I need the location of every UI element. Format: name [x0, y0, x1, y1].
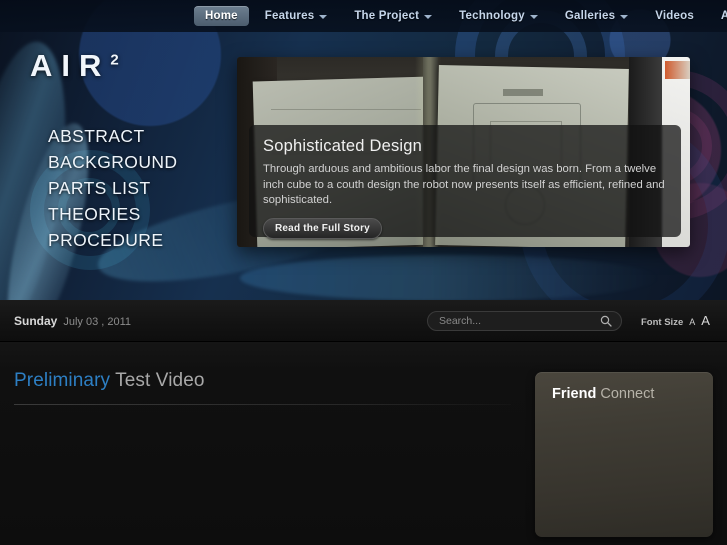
- nav-item-features[interactable]: Features: [254, 6, 339, 26]
- hero-menu-item[interactable]: BACKGROUND: [48, 149, 177, 175]
- nav-list: Home Features The Project Technology Galleri…: [194, 6, 727, 26]
- read-full-story-button[interactable]: Read the Full Story: [263, 217, 382, 239]
- page-title-highlight: Preliminary: [14, 370, 111, 391]
- font-size-decrease-button[interactable]: A: [689, 317, 695, 327]
- date-day-of-week: Sunday: [14, 313, 58, 328]
- site-header: Home Features The Project Technology Galleri…: [0, 0, 727, 300]
- hero-menu-item-label: THEORIES: [48, 204, 141, 224]
- nav-item-label: The Project: [354, 10, 420, 22]
- decorative-light-streak: [240, 255, 660, 300]
- slide-caption-body: Through arduous and ambitious labor the …: [263, 163, 665, 206]
- hero-menu-item[interactable]: ABSTRACT: [48, 123, 177, 149]
- page-root: Home Features The Project Technology Galleri…: [0, 0, 727, 545]
- slide-caption-title: Sophisticated Design: [263, 137, 423, 155]
- nav-item-label: Galleries: [564, 10, 616, 22]
- hero-menu-item-label: PARTS LIST: [48, 178, 151, 198]
- friend-connect-title-bold: Friend: [552, 386, 597, 402]
- chevron-down-icon: [620, 15, 629, 19]
- nav-item-about-us[interactable]: About Us: [710, 6, 727, 26]
- site-logo[interactable]: AIR2: [30, 48, 119, 84]
- friend-connect-title: Friend Connect: [552, 386, 654, 402]
- font-size-label: Font Size: [641, 317, 684, 328]
- logo-superscript: 2: [110, 51, 119, 69]
- hero-menu-item[interactable]: PARTS LIST: [48, 175, 177, 201]
- current-date: Sunday July 03 , 2011: [14, 314, 131, 328]
- chevron-down-icon: [529, 15, 538, 19]
- nav-item-label: Videos: [655, 10, 694, 22]
- hero-menu: ABSTRACT BACKGROUND PARTS LIST THEORIES PROC…: [48, 123, 177, 253]
- slide-image-region: [665, 61, 690, 79]
- nav-item-label: Technology: [459, 10, 525, 22]
- nav-item-technology[interactable]: Technology: [448, 6, 549, 26]
- slide-caption: Sophisticated Design Through arduous and…: [249, 125, 681, 239]
- date-value: July 03 , 2011: [63, 315, 132, 328]
- hero-menu-item[interactable]: PROCEDURE: [48, 227, 177, 253]
- nav-item-label: About Us: [720, 10, 727, 22]
- page-title-rest: Test Video: [110, 370, 205, 391]
- friend-connect-title-light: Connect: [596, 386, 655, 402]
- friend-connect-widget[interactable]: Friend Connect: [535, 372, 713, 537]
- page-title: Preliminary Test Video: [14, 370, 205, 392]
- nav-item-label: Home: [205, 10, 238, 22]
- nav-item-the-project[interactable]: The Project: [343, 6, 443, 26]
- search-input[interactable]: [428, 315, 600, 327]
- featured-slider[interactable]: Sophisticated Design Through arduous and…: [237, 57, 690, 247]
- title-divider: [14, 404, 511, 405]
- chevron-down-icon: [424, 15, 433, 19]
- nav-item-galleries[interactable]: Galleries: [554, 6, 639, 26]
- nav-item-home[interactable]: Home: [194, 6, 249, 26]
- search-icon[interactable]: [600, 315, 612, 327]
- chevron-down-icon: [319, 15, 328, 19]
- font-size-increase-button[interactable]: A: [701, 313, 710, 328]
- hero-menu-item[interactable]: THEORIES: [48, 201, 177, 227]
- utility-bar: Sunday July 03 , 2011 Font Size A A: [0, 300, 727, 342]
- font-size-controls: Font Size A A: [641, 313, 710, 328]
- logo-text: AIR: [30, 48, 111, 83]
- hero-menu-item-label: PROCEDURE: [48, 230, 164, 250]
- slide-image-region: [503, 89, 543, 96]
- nav-item-label: Features: [264, 10, 315, 22]
- hero-menu-item-label: BACKGROUND: [48, 152, 178, 172]
- search-box[interactable]: [427, 311, 622, 331]
- main-navigation: Home Features The Project Technology Galleri…: [0, 0, 727, 32]
- slide-image-region: [271, 109, 421, 110]
- nav-item-videos[interactable]: Videos: [644, 6, 705, 26]
- hero-menu-item-label: ABSTRACT: [48, 126, 145, 146]
